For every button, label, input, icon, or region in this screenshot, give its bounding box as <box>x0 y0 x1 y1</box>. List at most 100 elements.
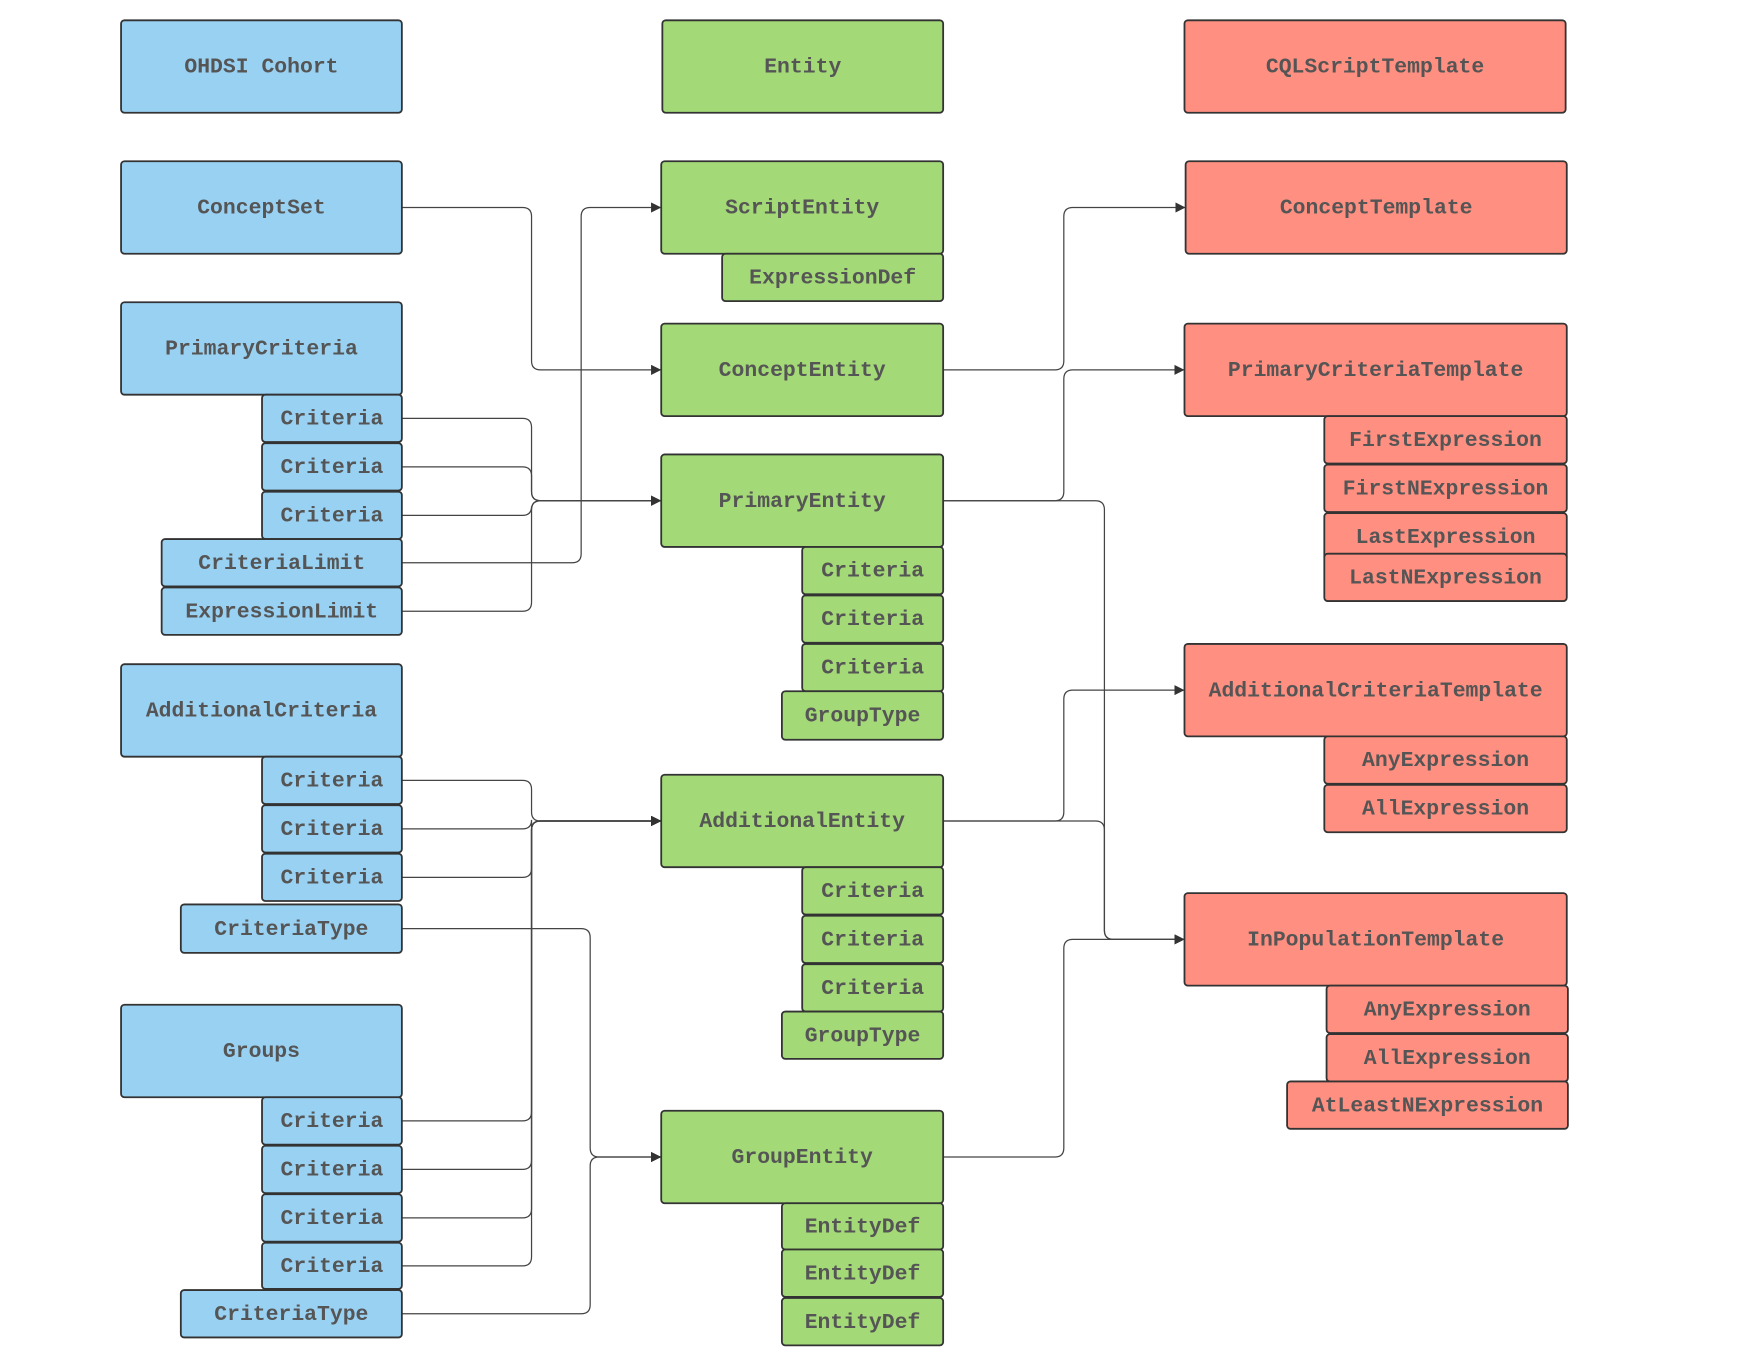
node-label: AnyExpression <box>1362 749 1529 773</box>
node-label: Criteria <box>821 880 924 904</box>
node-label: EntityDef <box>805 1262 921 1286</box>
node-cqlscripttemplate[interactable]: CQLScriptTemplate <box>1183 19 1567 114</box>
node-label: LastExpression <box>1356 526 1536 550</box>
node-ac_type[interactable]: CriteriaType <box>179 903 403 954</box>
node-ac_c1[interactable]: Criteria <box>261 755 403 805</box>
node-pe_c1[interactable]: Criteria <box>801 546 945 596</box>
node-label: Criteria <box>821 608 924 632</box>
node-label: Criteria <box>281 1110 384 1134</box>
node-label: ConceptSet <box>197 197 325 221</box>
node-ae_gt[interactable]: GroupType <box>780 1010 945 1060</box>
node-pe_gt[interactable]: GroupType <box>780 690 945 741</box>
node-primarycriteria[interactable]: PrimaryCriteria <box>120 301 403 396</box>
node-ipt_atleastn[interactable]: AtLeastNExpression <box>1286 1080 1569 1130</box>
node-concepttemplate[interactable]: ConceptTemplate <box>1184 160 1568 255</box>
connector-additionalentity-to-inpopulationtemplate <box>943 820 1185 945</box>
node-label: CriteriaType <box>214 918 368 942</box>
node-label: GroupEntity <box>732 1146 873 1170</box>
node-label: Criteria <box>821 560 924 584</box>
node-primarycriteriatemplate[interactable]: PrimaryCriteriaTemplate <box>1183 322 1568 418</box>
node-label: GroupType <box>805 705 921 729</box>
node-label: ConceptTemplate <box>1280 197 1473 221</box>
node-ac_c2[interactable]: Criteria <box>261 804 403 854</box>
node-ae_c2[interactable]: Criteria <box>801 914 945 964</box>
node-firstexpression[interactable]: FirstExpression <box>1323 415 1568 465</box>
node-g_c1[interactable]: Criteria <box>261 1096 403 1146</box>
node-expressiondef[interactable]: ExpressionDef <box>721 252 945 302</box>
node-ge_d1[interactable]: EntityDef <box>780 1202 945 1251</box>
node-groups[interactable]: Groups <box>120 1003 403 1099</box>
node-pc_c1[interactable]: Criteria <box>261 393 403 443</box>
node-label: InPopulationTemplate <box>1247 928 1504 952</box>
node-label: ConceptEntity <box>719 359 886 383</box>
connector-g_c4-to-additionalentity <box>401 815 662 1267</box>
cohort-to-cql-mapping-diagram: OHDSI Cohort ConceptSet PrimaryCriteria Cri… <box>120 19 1569 1347</box>
node-label: Criteria <box>281 504 384 528</box>
node-label: OHDSI Cohort <box>184 56 338 80</box>
node-act_any[interactable]: AnyExpression <box>1323 735 1568 785</box>
node-pe_c2[interactable]: Criteria <box>801 594 945 644</box>
node-act_all[interactable]: AllExpression <box>1323 783 1568 834</box>
node-label: Criteria <box>281 408 384 432</box>
node-ipt_all[interactable]: AllExpression <box>1325 1033 1569 1083</box>
node-ipt_any[interactable]: AnyExpression <box>1325 984 1569 1034</box>
node-g_type[interactable]: CriteriaType <box>179 1289 403 1339</box>
node-label: Criteria <box>281 818 384 842</box>
node-g_c2[interactable]: Criteria <box>261 1144 403 1195</box>
connector-primaryentity-to-primarycriteriatemplate <box>943 364 1185 502</box>
node-label: AllExpression <box>1362 798 1529 822</box>
node-label: LastNExpression <box>1349 567 1542 591</box>
node-ohdsi[interactable]: OHDSI Cohort <box>120 19 403 114</box>
node-label: Criteria <box>821 928 924 952</box>
node-ge_d3[interactable]: EntityDef <box>780 1297 945 1347</box>
node-label: Criteria <box>281 1207 384 1231</box>
node-pc_c2[interactable]: Criteria <box>261 442 403 492</box>
connector-conceptset-to-conceptentity <box>401 206 662 375</box>
node-label: EntityDef <box>805 1215 921 1239</box>
node-scriptentity[interactable]: ScriptEntity <box>660 160 945 255</box>
node-pe_c3[interactable]: Criteria <box>801 643 945 693</box>
node-label: Criteria <box>281 456 384 480</box>
node-label: ScriptEntity <box>725 197 879 221</box>
node-label: Criteria <box>821 977 924 1001</box>
node-label: PrimaryEntity <box>719 490 886 514</box>
node-g_c4[interactable]: Criteria <box>261 1241 403 1290</box>
node-expressionlimit[interactable]: ExpressionLimit <box>160 586 403 636</box>
node-g_c3[interactable]: Criteria <box>261 1193 403 1243</box>
connector-groupentity-to-inpopulationtemplate <box>943 934 1185 1158</box>
node-inpopulationtemplate[interactable]: InPopulationTemplate <box>1183 892 1568 987</box>
node-ac_c3[interactable]: Criteria <box>261 852 403 902</box>
node-label: AllExpression <box>1364 1047 1531 1071</box>
node-additionalcriteria[interactable]: AdditionalCriteria <box>120 663 403 758</box>
node-additionalentity[interactable]: AdditionalEntity <box>660 773 945 869</box>
node-conceptset[interactable]: ConceptSet <box>120 160 403 255</box>
node-label: AdditionalCriteriaTemplate <box>1209 679 1543 703</box>
node-label: Entity <box>764 56 841 80</box>
node-label: Criteria <box>281 1255 384 1279</box>
node-label: EntityDef <box>805 1311 921 1335</box>
node-ae_c1[interactable]: Criteria <box>801 866 945 916</box>
node-criterialimit[interactable]: CriteriaLimit <box>160 538 403 588</box>
node-pc_c3[interactable]: Criteria <box>261 490 403 540</box>
node-ae_c3[interactable]: Criteria <box>801 963 945 1013</box>
node-label: Criteria <box>281 1159 384 1183</box>
node-primaryentity[interactable]: PrimaryEntity <box>660 453 945 548</box>
connector-additionalentity-to-additionalcriteriatemplate <box>943 685 1185 822</box>
node-label: Criteria <box>281 866 384 890</box>
node-lastnexpression[interactable]: LastNExpression <box>1323 552 1568 602</box>
connector-ac_c1-to-additionalentity <box>401 779 662 827</box>
node-additionalcriteriatemplate[interactable]: AdditionalCriteriaTemplate <box>1183 643 1568 738</box>
node-label: GroupType <box>805 1024 921 1048</box>
node-entity[interactable]: Entity <box>661 19 945 114</box>
node-label: PrimaryCriteria <box>165 338 358 362</box>
node-label: AdditionalEntity <box>699 810 905 834</box>
node-groupentity[interactable]: GroupEntity <box>660 1109 945 1205</box>
node-label: ExpressionLimit <box>185 600 378 624</box>
node-conceptentity[interactable]: ConceptEntity <box>660 322 945 418</box>
node-label: ExpressionDef <box>749 267 916 291</box>
node-firstnexpression[interactable]: FirstNExpression <box>1323 463 1568 513</box>
connector-expressionlimit-to-primaryentity <box>401 495 662 612</box>
nodes: OHDSI Cohort ConceptSet PrimaryCriteria Cri… <box>120 19 1569 1347</box>
node-label: CQLScriptTemplate <box>1266 56 1484 80</box>
node-ge_d2[interactable]: EntityDef <box>780 1248 945 1298</box>
